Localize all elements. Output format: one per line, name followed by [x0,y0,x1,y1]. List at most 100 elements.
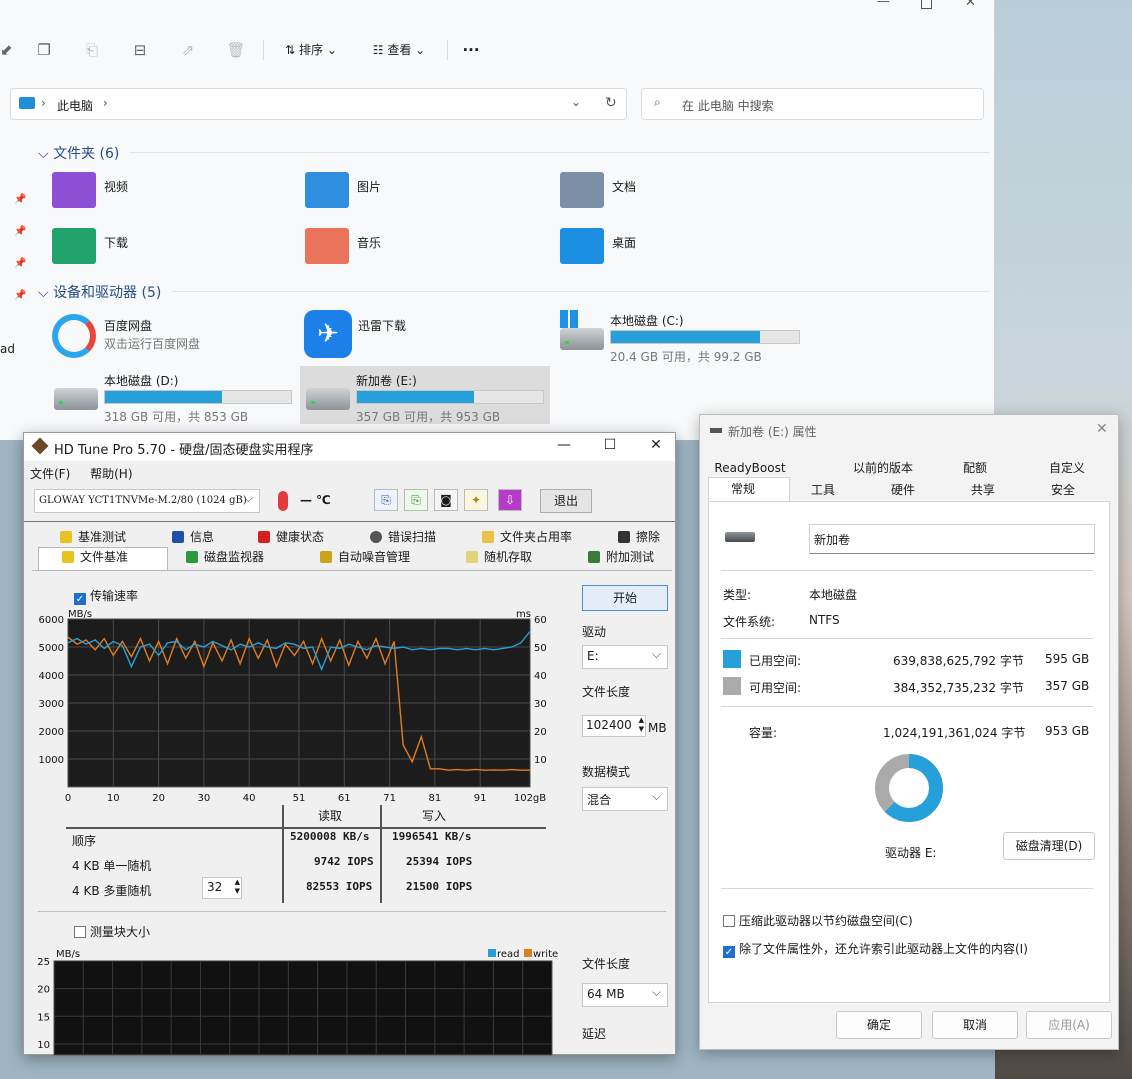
tab-label: 信息 [190,530,215,544]
drive-d[interactable]: 本地磁盘 (D:) 318 GB 可用，共 853 GB [52,370,300,428]
queue-depth-stepper[interactable]: 32 ▲ ▼ [202,877,242,899]
tab-file-benchmark[interactable]: 文件基准 [62,547,128,567]
drive-xunlei[interactable]: ✈ 迅雷下载 [304,308,552,366]
tab-quota[interactable]: 配额 [944,457,1006,479]
breadcrumb-this-pc[interactable]: 此电脑 [57,97,93,114]
tab-hardware[interactable]: 硬件 [872,479,934,501]
drives-section-header[interactable]: ⌵ 设备和驱动器 (5) [38,282,161,302]
tab-customize[interactable]: 自定义 [1030,457,1104,479]
transfer-rate-checkbox[interactable]: ✓ 传输速率 [74,587,138,605]
legend-write-label: write [533,949,558,960]
share-out-icon[interactable]: ⇗ [178,38,198,62]
tab-general[interactable]: 常规 [708,478,778,500]
drive-usage-bar [104,390,292,404]
apply-button[interactable]: 应用(A) [1026,1011,1112,1039]
folder-icon [482,531,494,543]
history-dropdown-icon[interactable]: ⌄ [571,95,581,109]
folder-desktop[interactable]: 桌面 [560,228,800,274]
seq-write-value: 1996541 KB/s [392,830,472,843]
folders-section-header[interactable]: ⌵ 文件夹 (6) [38,143,119,163]
volume-name-value: 新加卷 [814,533,851,547]
bulb-icon [62,551,74,563]
y2-tick-label: 50 [534,643,547,654]
rename-icon[interactable]: ⊟ [130,38,150,62]
file-length-value: 102400 [586,718,632,732]
tab-sharing[interactable]: 共享 [952,479,1014,501]
tab-disk-monitor[interactable]: 磁盘监视器 [186,547,264,567]
breadcrumb-sep: › [103,96,108,110]
tab-security[interactable]: 安全 [1032,479,1094,501]
tab-benchmark[interactable]: 基准测试 [60,527,126,547]
copy-all-icon[interactable]: ⎘ [404,489,428,511]
windows-drive-icon [560,310,578,328]
menu-help[interactable]: 帮助(H) [90,467,132,481]
tab-erase[interactable]: 擦除 [618,527,660,547]
maximize-icon[interactable]: ☐ [590,437,630,457]
transfer-rate-chart: 1000200030004000500060001020304050600 10 2… [39,609,547,804]
close-icon[interactable]: ✕ [1096,421,1108,437]
folder-documents[interactable]: 文档 [560,172,800,218]
close-icon[interactable]: ✕ [965,0,976,10]
folder-videos[interactable]: 视频 [52,172,292,218]
minimize-icon[interactable]: — [877,0,890,9]
more-button[interactable]: ··· [458,38,484,62]
options-icon[interactable]: ✦ [464,489,488,511]
block-size-checkbox[interactable]: 测量块大小 [74,923,150,940]
compress-checkbox[interactable]: 压缩此驱动器以节约磁盘空间(C) [723,912,913,929]
volume-name-input[interactable]: 新加卷 [809,524,1095,554]
tab-info[interactable]: 信息 [172,527,214,547]
capacity-gb: 953 GB [1045,724,1090,738]
properties-window: 新加卷 (E:) 属性 ✕ ReadyBoost 以前的版本 配额 自定义 常规… [699,414,1119,1050]
tab-folder-usage[interactable]: 文件夹占用率 [482,527,572,547]
tab-tools[interactable]: 工具 [792,479,854,501]
copy-icon[interactable]: ❐ [34,38,54,62]
index-checkbox[interactable]: ✓ 除了文件属性外，还允许索引此驱动器上文件的内容(I) [723,940,1028,958]
file-length-stepper[interactable]: 102400 ▲ ▼ [582,715,646,737]
folder-downloads[interactable]: 下载 [52,228,292,274]
maximize-icon[interactable] [921,0,932,9]
refresh-icon[interactable]: ↻ [605,95,617,111]
drive-select[interactable]: GLOWAY YCT1TNVMe-M.2/80 (1024 gB) [34,489,260,513]
xunlei-icon: ✈ [304,310,352,358]
drive-c[interactable]: 本地磁盘 (C:) 20.4 GB 可用，共 99.2 GB [558,310,806,368]
tab-health[interactable]: 健康状态 [258,527,324,547]
view-button[interactable]: ☷ 查看 ⌄ [366,38,432,62]
tab-random-access[interactable]: 随机存取 [466,547,532,567]
tab-readyboost[interactable]: ReadyBoost [710,457,790,479]
close-icon[interactable]: ✕ [636,437,676,457]
drive-name: 新加卷 (E:) [356,374,417,388]
filesystem-label: 文件系统: [723,615,776,629]
cancel-button[interactable]: 取消 [932,1011,1018,1039]
paste-icon[interactable]: ⎗ [82,38,102,62]
sort-button[interactable]: ⇅ 排序 ⌄ [278,38,344,62]
y-tick-label: 4000 [39,671,64,682]
menu-file[interactable]: 文件(F) [30,467,70,481]
delete-icon[interactable]: 🗑 [226,38,246,62]
file-length2-dropdown[interactable]: 64 MB [582,983,668,1007]
exit-button[interactable]: 退出 [540,489,592,513]
data-mode-dropdown[interactable]: 混合 [582,787,668,811]
folder-label: 桌面 [612,236,637,250]
drive-dropdown[interactable]: E: [582,645,668,669]
tab-extra-tests[interactable]: 附加测试 [588,547,654,567]
drive-name: 迅雷下载 [358,319,407,333]
ok-button[interactable]: 确定 [836,1011,922,1039]
tab-previous-versions[interactable]: 以前的版本 [840,457,926,479]
drive-e[interactable]: 新加卷 (E:) 357 GB 可用，共 953 GB [304,370,552,428]
save-icon[interactable]: ⇩ [498,489,522,511]
search-box[interactable]: ⌕ 在 此电脑 中搜索 [641,88,984,120]
drive-usage-bar [610,330,800,344]
minimize-icon[interactable]: — [544,437,584,457]
tab-aam[interactable]: 自动噪音管理 [320,547,410,567]
copy-text-icon[interactable]: ⎘ [374,489,398,511]
address-bar[interactable]: › 此电脑 › ⌄ ↻ [10,88,627,120]
folder-music[interactable]: 音乐 [305,228,545,274]
tab-error-scan[interactable]: 错误扫描 [370,527,436,547]
camera-icon[interactable]: ◙ [434,489,458,511]
folder-pictures[interactable]: 图片 [305,172,545,218]
start-button[interactable]: 开始 [582,585,668,611]
hdtune-window: HD Tune Pro 5.70 - 硬盘/固态硬盘实用程序 — ☐ ✕ 文件(… [23,432,676,1056]
share-icon[interactable]: ⬋ [0,38,13,62]
drive-baidu[interactable]: 百度网盘 双击运行百度网盘 [52,312,300,370]
disk-cleanup-button[interactable]: 磁盘清理(D) [1003,832,1095,860]
